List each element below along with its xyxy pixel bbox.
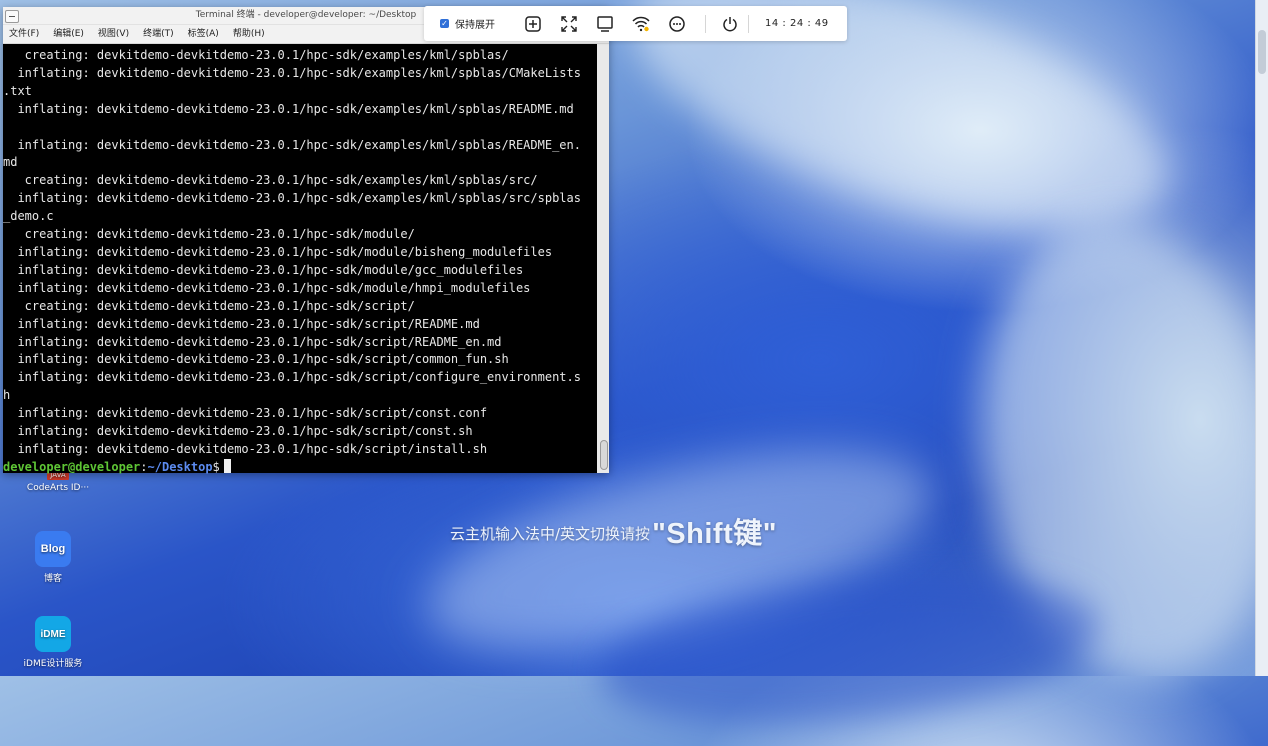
terminal-line: inflating: devkitdemo-devkitdemo-23.0.1/… [3, 244, 553, 259]
session-timer: 14 : 24 : 49 [765, 18, 829, 29]
terminal-line: inflating: devkitdemo-devkitdemo-23.0.1/… [3, 370, 581, 385]
wallpaper-fold [949, 201, 1268, 699]
keep-expanded-label: 保持展开 [455, 20, 495, 31]
terminal-line: h [3, 388, 11, 403]
terminal-line: inflating: devkitdemo-devkitdemo-23.0.1/… [3, 65, 581, 80]
terminal-line: inflating: devkitdemo-devkitdemo-23.0.1/… [3, 262, 524, 277]
terminal-line: .txt [3, 83, 32, 98]
fullscreen-icon[interactable] [551, 6, 587, 41]
window-menu-icon[interactable] [5, 10, 19, 23]
text-cursor [223, 458, 231, 473]
wallpaper-fold [594, 554, 1106, 746]
desktop-icon-label: CodeArts ID··· [26, 483, 90, 493]
idme-app-icon: iDME [35, 616, 71, 652]
desktop-icon-label: iDME设计服务 [23, 659, 83, 669]
add-window-icon[interactable] [515, 6, 551, 41]
toolbar-divider [705, 14, 706, 33]
terminal-line: inflating: devkitdemo-devkitdemo-23.0.1/… [3, 424, 473, 439]
ime-hint-text: 云主机输入法中/英文切换请按 [450, 525, 651, 543]
desktop-icon-label: 博客 [43, 574, 62, 584]
prompt-path: ~/Desktop [147, 459, 213, 474]
more-icon[interactable] [659, 6, 695, 41]
blog-tile-text: Blog [40, 543, 66, 555]
ime-hint: 云主机输入法中/英文切换请按"Shift键" [450, 510, 777, 552]
terminal-line: inflating: devkitdemo-devkitdemo-23.0.1/… [3, 352, 509, 367]
terminal-line: inflating: devkitdemo-devkitdemo-23.0.1/… [3, 406, 488, 421]
terminal-line: md [3, 155, 18, 170]
keep-expanded-toggle[interactable]: ✓ 保持展开 [440, 16, 495, 31]
monitor-icon[interactable] [587, 6, 623, 41]
menu-help[interactable]: 帮助(H) [233, 25, 265, 43]
prompt-separator: : [140, 459, 148, 474]
terminal-line: inflating: devkitdemo-devkitdemo-23.0.1/… [3, 334, 502, 349]
terminal-window[interactable]: Terminal 终端 - developer@developer: ~/Des… [3, 7, 609, 476]
wallpaper-fold [602, 0, 1198, 282]
menu-tabs[interactable]: 标签(A) [188, 25, 219, 43]
terminal-title: Terminal 终端 - developer@developer: ~/Des… [195, 10, 417, 20]
idme-tile-text: iDME [40, 628, 66, 640]
menu-edit[interactable]: 编辑(E) [53, 25, 84, 43]
desktop-icon-idme[interactable]: iDME iDME设计服务 [8, 616, 98, 669]
prompt-user: developer@developer [3, 459, 141, 474]
terminal-line: inflating: devkitdemo-devkitdemo-23.0.1/… [3, 101, 574, 116]
toolbar-divider [748, 14, 749, 33]
terminal-line: inflating: devkitdemo-devkitdemo-23.0.1/… [3, 441, 488, 456]
terminal-line: inflating: devkitdemo-devkitdemo-23.0.1/… [3, 137, 581, 152]
menu-file[interactable]: 文件(F) [9, 25, 39, 43]
menu-terminal[interactable]: 终端(T) [143, 25, 174, 43]
terminal-line: creating: devkitdemo-devkitdemo-23.0.1/h… [3, 173, 538, 188]
terminal-line: creating: devkitdemo-devkitdemo-23.0.1/h… [3, 227, 415, 242]
terminal-line: creating: devkitdemo-devkitdemo-23.0.1/h… [3, 48, 509, 62]
prompt-symbol: $ [212, 459, 220, 474]
terminal-scrollbar-thumb[interactable] [600, 440, 608, 470]
terminal-line: inflating: devkitdemo-devkitdemo-23.0.1/… [3, 191, 581, 206]
terminal-line: creating: devkitdemo-devkitdemo-23.0.1/h… [3, 298, 415, 313]
desktop-scrollbar[interactable] [1255, 0, 1268, 676]
power-icon[interactable] [712, 6, 748, 41]
terminal-line: inflating: devkitdemo-devkitdemo-23.0.1/… [3, 280, 531, 295]
terminal-prompt[interactable]: developer@developer:~/Desktop$ [3, 458, 597, 476]
ime-hint-key: "Shift键" [652, 518, 777, 550]
remote-toolbar: ✓ 保持展开 14 : 24 : 49 [424, 6, 847, 41]
checkbox-checked-icon[interactable]: ✓ [440, 19, 449, 28]
terminal-line: _demo.c [3, 209, 54, 224]
desktop-icon-blog[interactable]: Blog 博客 [8, 531, 98, 584]
desktop-scrollbar-thumb[interactable] [1258, 30, 1266, 74]
wifi-icon[interactable] [623, 6, 659, 41]
menu-view[interactable]: 视图(V) [98, 25, 129, 43]
blog-app-icon: Blog [35, 531, 71, 567]
terminal-output[interactable]: creating: devkitdemo-devkitdemo-23.0.1/h… [3, 44, 597, 476]
terminal-line: inflating: devkitdemo-devkitdemo-23.0.1/… [3, 316, 480, 331]
terminal-scrollbar[interactable] [597, 44, 609, 473]
